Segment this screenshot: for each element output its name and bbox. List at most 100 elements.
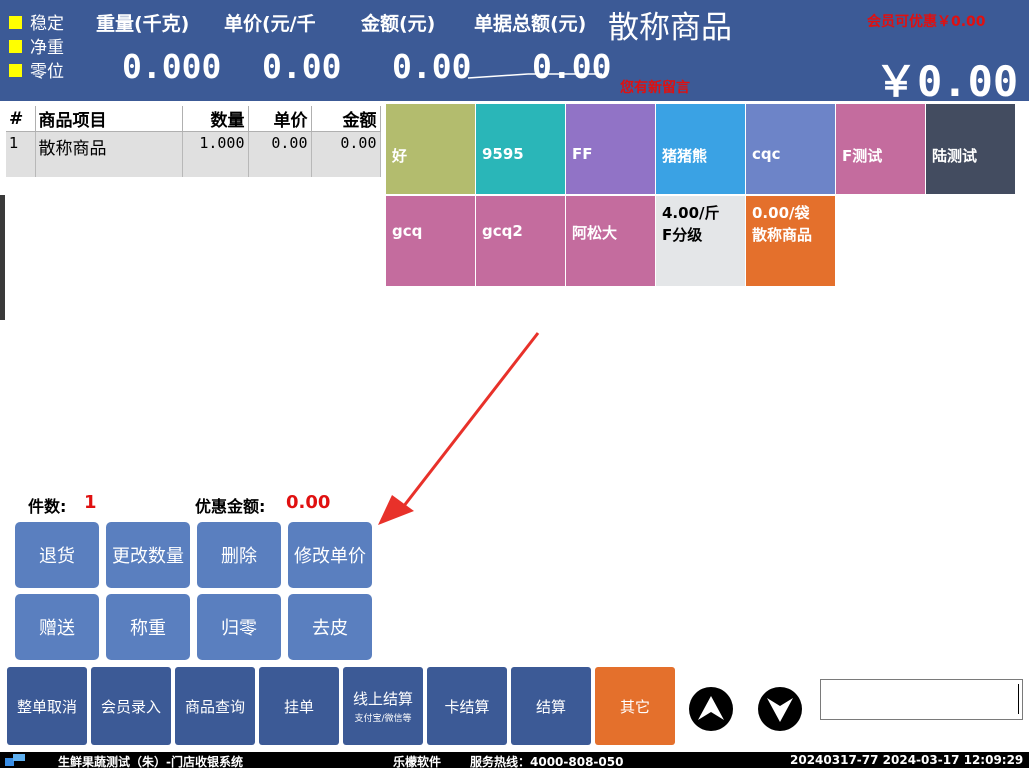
table-row[interactable]: 1 散称商品 1.000 0.00 0.00 [6,131,381,177]
unit-price-label: 单价(元/千 [224,13,316,35]
modify-price-button[interactable]: 修改单价 [288,522,372,588]
zero-button[interactable]: 归零 [197,594,281,660]
product-tile-zhuzhuxiong[interactable]: 猪猪熊 [656,104,745,194]
tile-price-label: 4.00/斤 [662,204,720,222]
discount-amount-label: 优惠金额: [195,497,266,516]
item-count-value: 1 [84,492,97,513]
col-header-amount: 金额 [311,106,381,132]
button-label: 结算 [535,697,566,716]
stable-label: 稳定 [30,14,64,34]
app-logo-icon [5,754,25,766]
net-label: 净重 [30,38,64,58]
button-label: 商品查询 [184,697,245,716]
new-message-alert[interactable]: 您有新留言 [620,77,690,97]
button-sublabel: 支付宝/微信等 [354,714,412,724]
tile-label: 散称商品 [752,226,813,244]
tile-label: gcq2 [482,222,523,240]
product-tile-ff[interactable]: FF [566,104,655,194]
tile-label: 好 [392,147,408,165]
chevron-down-icon [767,698,793,722]
weight-value: 0.000 [122,47,222,86]
table-header-row: # 商品项目 数量 单价 金额 [6,106,381,132]
hold-order-button[interactable]: 挂单 [259,667,339,745]
button-label: 其它 [619,697,650,716]
product-tile-f-grade[interactable]: 4.00/斤 F分级 [656,196,745,286]
receipt-title: 散称商品 [608,10,732,46]
receipt-datetime: 20240317-77 2024-03-17 12:09:29 [790,753,1024,767]
product-tile-cqc[interactable]: cqc [746,104,835,194]
net-light-icon [9,40,22,53]
product-tile-gcq2[interactable]: gcq2 [476,196,565,286]
product-tile-bulk-item[interactable]: 0.00/袋 散称商品 [746,196,835,286]
tile-label: F分级 [662,226,703,244]
store-name: 生鲜果蔬测试（朱）-门店收银系统 [58,755,243,769]
weight-label: 重量(千克) [96,13,190,35]
button-label: 卡结算 [444,697,490,716]
grand-total-display: ￥0.00 [875,57,1019,106]
checkout-button[interactable]: 结算 [511,667,591,745]
scroll-down-button[interactable] [758,687,802,731]
product-tile-asongda[interactable]: 阿松大 [566,196,655,286]
product-tile-gcq[interactable]: gcq [386,196,475,286]
amount-value: 0.00 [392,47,472,86]
button-label: 会员录入 [100,697,161,716]
strikethrough-line [467,73,602,79]
tile-label: FF [572,145,593,163]
col-header-price: 单价 [248,106,312,132]
product-tile-hao[interactable]: 好 [386,104,475,194]
product-search-button[interactable]: 商品查询 [175,667,255,745]
button-label: 整单取消 [16,697,77,716]
member-discount-notice: 会员可优惠￥0.00 [867,14,986,30]
row-qty: 1.000 [182,131,249,177]
other-button[interactable]: 其它 [595,667,675,745]
receipt-total-label: 单据总额(元) [474,13,587,35]
header-panel: 稳定 净重 零位 重量(千克) 单价(元/千 金额(元) 单据总额(元) 0.0… [0,0,1029,106]
col-header-item: 商品项目 [35,106,183,132]
stable-light-icon [9,16,22,29]
tile-label: F测试 [842,147,883,165]
cancel-order-button[interactable]: 整单取消 [7,667,87,745]
status-bar: 生鲜果蔬测试（朱）-门店收银系统 乐檬软件 服务热线：4000-808-050 … [0,752,1029,769]
tile-price-label: 0.00/袋 [752,204,810,222]
chevron-up-icon [698,696,724,720]
weigh-button[interactable]: 称重 [106,594,190,660]
change-quantity-button[interactable]: 更改数量 [106,522,190,588]
col-header-qty: 数量 [182,106,249,132]
zero-light-icon [9,64,22,77]
scroll-up-button[interactable] [689,687,733,731]
row-item-name: 散称商品 [35,131,183,177]
member-entry-button[interactable]: 会员录入 [91,667,171,745]
zero-label: 零位 [30,62,64,82]
product-tile-lu-test[interactable]: 陆测试 [926,104,1015,194]
row-price: 0.00 [248,131,312,177]
item-count-label: 件数: [28,497,67,516]
vendor-name: 乐檬软件 [393,755,442,769]
button-label: 挂单 [283,697,314,716]
return-button[interactable]: 退货 [15,522,99,588]
annotation-arrow [378,332,540,525]
col-header-index: # [6,106,36,132]
tile-label: 猪猪熊 [662,147,708,165]
left-edge-sliver [0,195,5,320]
service-hotline: 服务热线：4000-808-050 [470,755,624,769]
online-payment-button[interactable]: 线上结算支付宝/微信等 [343,667,423,745]
delete-button[interactable]: 删除 [197,522,281,588]
tile-label: 陆测试 [932,147,978,165]
row-amount: 0.00 [311,131,381,177]
tile-label: 9595 [482,145,524,163]
items-table: # 商品项目 数量 单价 金额 1 散称商品 1.000 0.00 0.00 [6,106,381,177]
row-index: 1 [6,131,36,177]
tare-button[interactable]: 去皮 [288,594,372,660]
gift-button[interactable]: 赠送 [15,594,99,660]
product-tile-9595[interactable]: 9595 [476,104,565,194]
product-tile-f-test[interactable]: F测试 [836,104,925,194]
card-payment-button[interactable]: 卡结算 [427,667,507,745]
text-caret [1018,684,1019,714]
barcode-input[interactable] [820,679,1023,720]
discount-amount-value: 0.00 [286,492,331,513]
button-label: 线上结算 [352,690,413,708]
tile-label: 阿松大 [572,224,618,242]
tile-label: gcq [392,222,423,240]
tile-label: cqc [752,145,781,163]
unit-price-value: 0.00 [262,47,342,86]
